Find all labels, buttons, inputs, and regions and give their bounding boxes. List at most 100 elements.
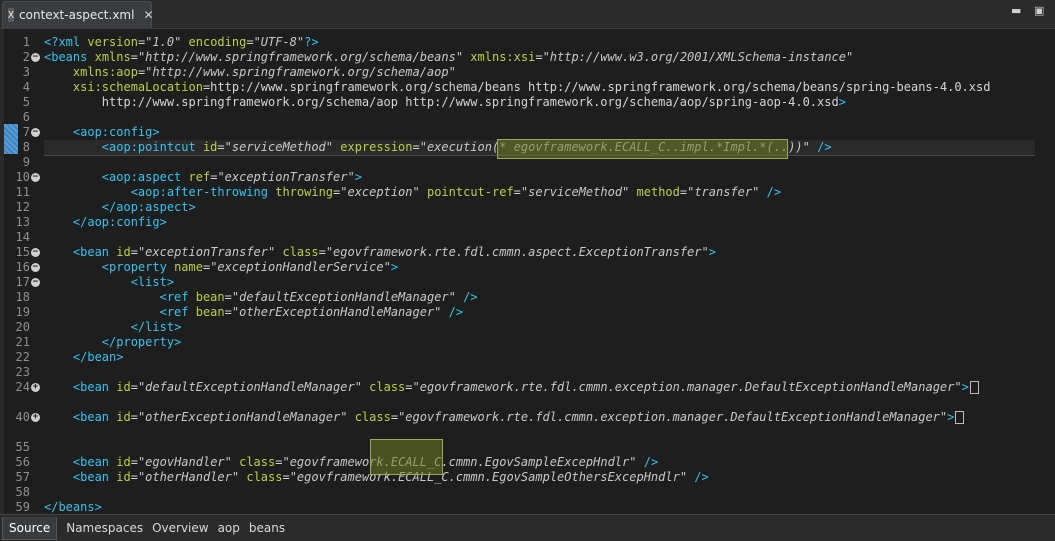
editor-tab-bar: X context-aspect.xml ✕ ▬ ▣ [0,0,1055,29]
code-line[interactable]: 4 xsi:schemaLocation=http://www.springfr… [0,80,1055,95]
editor-tab[interactable]: X context-aspect.xml ✕ [2,1,154,28]
collapse-fold-icon[interactable]: − [31,128,40,137]
code-text[interactable]: <aop:config> [44,125,160,140]
code-line[interactable]: 1 <?xml version="1.0" encoding="UTF-8"?> [0,35,1055,50]
code-line[interactable]: 22 </bean> [0,350,1055,365]
line-number: 10 [15,170,30,184]
page-tab-overview[interactable]: Overview [152,521,209,535]
code-line[interactable]: 5 http://www.springframework.org/schema/… [0,95,1055,110]
collapse-fold-icon[interactable]: − [31,53,40,62]
code-line[interactable]: 18 <ref bean="defaultExceptionHandleMana… [0,290,1055,305]
line-number: 4 [22,80,30,94]
code-line[interactable]: 3 xmlns:aop="http://www.springframework.… [0,65,1055,80]
code-line[interactable]: 20 </list> [0,320,1055,335]
minimize-icon[interactable]: ▬ [1011,4,1021,17]
code-text[interactable]: <aop:aspect ref="exceptionTransfer"> [44,170,362,185]
page-tab-source[interactable]: Source [2,516,58,540]
code-area[interactable]: 1 <?xml version="1.0" encoding="UTF-8"?> 2… [0,29,1055,514]
code-text[interactable]: <list> [44,275,174,290]
code-text[interactable]: xmlns:aop="http://www.springframework.or… [44,65,456,80]
line-number: 57 [15,470,30,484]
code-text[interactable]: <ref bean="otherExceptionHandleManager" … [44,305,463,320]
code-line[interactable]: 12 </aop:aspect> [0,200,1055,215]
line-number: 56 [15,455,30,469]
code-text[interactable]: </aop:aspect> [44,200,196,215]
code-line[interactable]: 16− <property name="exceptionHandlerServ… [0,260,1055,275]
code-text[interactable]: <aop:pointcut id="serviceMethod" express… [44,140,832,155]
folded-content-box-icon[interactable] [955,411,965,424]
code-text[interactable]: <bean id="defaultExceptionHandleManager"… [44,380,979,395]
code-text[interactable]: <bean id="otherHandler" class="egovframe… [44,470,709,485]
line-number: 58 [15,485,30,499]
line-number: 6 [22,110,30,124]
line-number: 5 [22,95,30,109]
collapse-fold-icon[interactable]: − [31,248,40,257]
line-number: 9 [22,155,30,169]
line-number: 20 [15,320,30,334]
code-text[interactable]: </property> [44,335,181,350]
code-line[interactable] [0,425,1055,440]
code-line[interactable]: 14 [0,230,1055,245]
editor-page-tabs: Source Namespaces Overview aop beans [0,514,1055,541]
collapse-fold-icon[interactable]: − [31,263,40,272]
code-text[interactable]: xsi:schemaLocation=http://www.springfram… [44,80,991,95]
code-line[interactable]: 7− <aop:config> [0,125,1055,140]
code-line[interactable]: 13 </aop:config> [0,215,1055,230]
code-line[interactable]: 55 [0,440,1055,455]
maximize-icon[interactable]: ▣ [1034,4,1044,17]
line-number: 8 [22,140,30,154]
code-text[interactable]: <beans xmlns="http://www.springframework… [44,50,853,65]
folded-content-box-icon[interactable] [969,381,979,394]
code-text[interactable]: </beans> [44,500,102,515]
code-text[interactable]: </bean> [44,350,124,365]
line-number: 24 [15,380,30,394]
code-text[interactable]: <property name="exceptionHandlerService"… [44,260,398,275]
code-line[interactable]: 24 + <bean id="defaultExceptionHandleMana… [0,380,1055,395]
line-number: 15 [15,245,30,259]
code-line[interactable]: 15− <bean id="exceptionTransfer" class="… [0,245,1055,260]
code-line[interactable]: 11 <aop:after-throwing throwing="excepti… [0,185,1055,200]
code-line[interactable]: 10− <aop:aspect ref="exceptionTransfer"> [0,170,1055,185]
code-text[interactable]: <bean id="egovHandler" class="egovframew… [44,455,658,470]
code-line[interactable]: 40 + <bean id="otherExceptionHandleManage… [0,410,1055,425]
page-tab-namespaces[interactable]: Namespaces [66,521,143,535]
line-number: 18 [15,290,30,304]
code-text[interactable]: </list> [44,320,182,335]
line-number: 7 [22,125,30,139]
line-number: 16 [15,260,30,274]
code-text[interactable]: <aop:after-throwing throwing="exception"… [44,185,781,200]
code-line[interactable]: 56 <bean id="egovHandler" class="egovfra… [0,455,1055,470]
code-line[interactable]: 9 [0,155,1055,170]
code-line[interactable] [0,395,1055,410]
code-text[interactable]: </aop:config> [44,215,167,230]
collapse-fold-icon[interactable]: − [31,173,40,182]
code-line[interactable]: 58 [0,485,1055,500]
code-text[interactable]: http://www.springframework.org/schema/ao… [44,95,846,110]
code-line[interactable]: 23 [0,365,1055,380]
code-line[interactable]: 19 <ref bean="otherExceptionHandleManage… [0,305,1055,320]
expand-fold-icon[interactable]: + [31,413,40,422]
code-line[interactable]: 57 <bean id="otherHandler" class="egovfr… [0,470,1055,485]
page-tab-aop[interactable]: aop [218,521,240,535]
line-number: 21 [15,335,30,349]
xml-source-editor[interactable]: 1 <?xml version="1.0" encoding="UTF-8"?> 2… [0,29,1055,514]
code-line[interactable]: 6 [0,110,1055,125]
line-number: 1 [22,35,30,49]
code-text[interactable]: <ref bean="defaultExceptionHandleManager… [44,290,478,305]
line-number: 23 [15,365,30,379]
code-line[interactable]: 17− <list> [0,275,1055,290]
line-number: 11 [15,185,30,199]
collapse-fold-icon[interactable]: − [31,278,40,287]
code-text[interactable]: <bean id="otherExceptionHandleManager" c… [44,410,965,425]
code-text[interactable]: <?xml version="1.0" encoding="UTF-8"?> [44,35,319,50]
code-line[interactable]: 59 </beans> [0,500,1055,515]
editor-tab-title[interactable]: context-aspect.xml [19,8,134,22]
code-line[interactable]: 2− <beans xmlns="http://www.springframewo… [0,50,1055,65]
page-tab-beans[interactable]: beans [249,521,285,535]
xml-file-icon: X [8,8,15,22]
expand-fold-icon[interactable]: + [31,383,40,392]
code-line[interactable]: 21 </property> [0,335,1055,350]
code-text[interactable]: <bean id="exceptionTransfer" class="egov… [44,245,716,260]
code-line[interactable]: 8 <aop:pointcut id="serviceMethod" expre… [0,140,1055,155]
close-icon[interactable]: ✕ [143,8,153,22]
